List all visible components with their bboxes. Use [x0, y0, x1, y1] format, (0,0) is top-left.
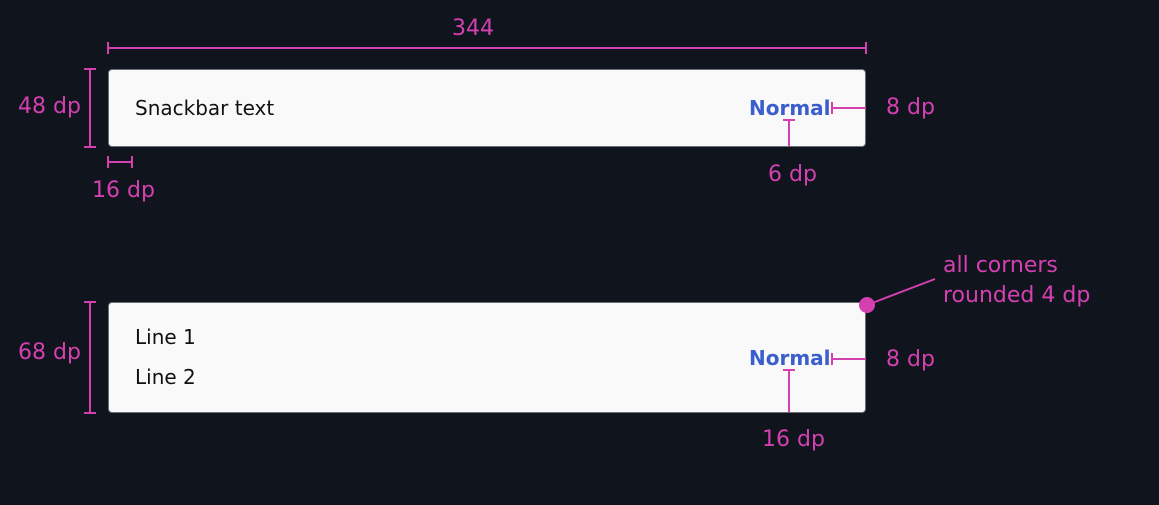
- width-dimension-line: [107, 42, 867, 54]
- bottom-padding-label-2: 16 dp: [762, 427, 825, 452]
- height-label-48: 48 dp: [18, 94, 81, 119]
- left-padding-label: 16 dp: [92, 178, 155, 203]
- right-padding-dimension-line-1: [831, 102, 866, 114]
- corner-note-line-1: all corners: [943, 253, 1058, 278]
- right-padding-dimension-line-2: [831, 353, 866, 365]
- corner-note-line-2: rounded 4 dp: [943, 283, 1091, 308]
- height-48-dimension-line: [84, 68, 96, 148]
- bottom-padding-dimension-line-2: [783, 369, 795, 412]
- height-68-dimension-line: [84, 301, 96, 414]
- right-padding-label-2: 8 dp: [886, 347, 935, 372]
- width-label: 344: [452, 16, 494, 41]
- corner-marker: [859, 297, 875, 313]
- bottom-padding-dimension-line-1: [783, 119, 795, 146]
- height-label-68: 68 dp: [18, 340, 81, 365]
- left-padding-dimension-line: [107, 156, 133, 168]
- corner-callout-line: [866, 278, 936, 306]
- bottom-padding-label-1: 6 dp: [768, 162, 817, 187]
- right-padding-label-1: 8 dp: [886, 95, 935, 120]
